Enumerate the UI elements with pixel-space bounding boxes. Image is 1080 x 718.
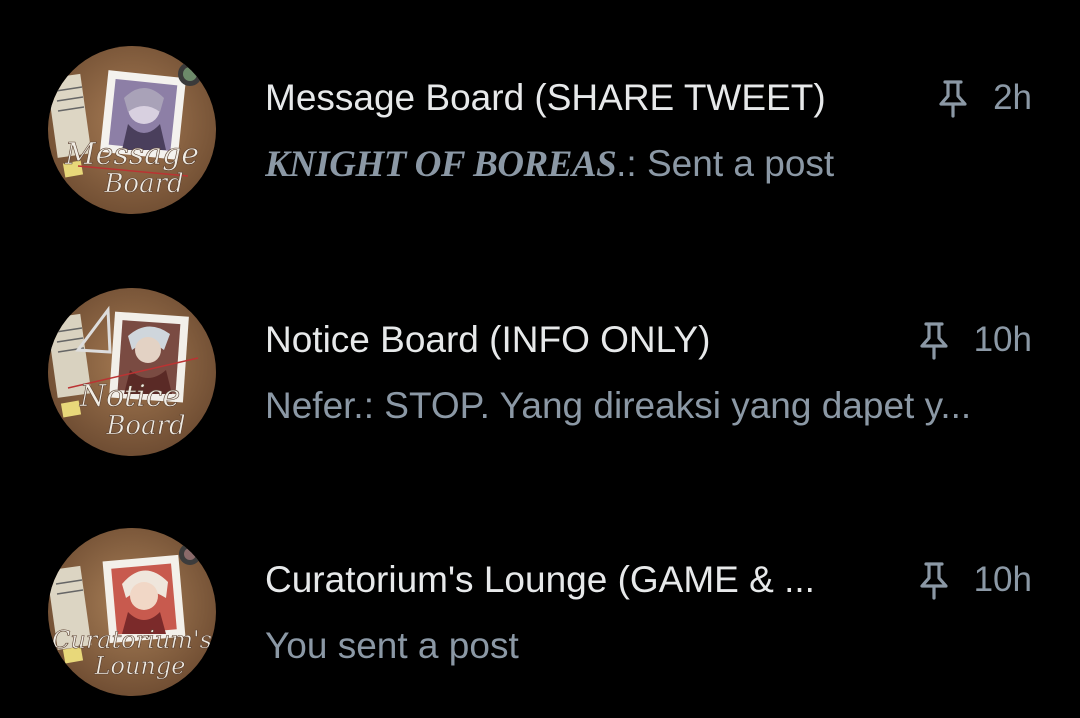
message-board-avatar[interactable]: Message Board [48,46,216,214]
conversation-meta: 10h [916,558,1032,602]
message-sender: Nefer. [265,385,364,426]
conversation-time: 2h [993,78,1032,117]
conversation-meta: 2h [935,76,1032,120]
svg-text:Notice: Notice [79,379,181,414]
conversation-title: Message Board (SHARE TWEET) [265,77,826,118]
conversation-meta: 10h [916,318,1032,362]
message-text: Sent a post [647,143,835,184]
last-message-preview: KNIGHT OF BOREAS.: Sent a post [265,142,834,187]
notice-board-avatar[interactable]: Notice Board [48,288,216,456]
pin-icon [916,320,952,360]
pin-icon [935,78,971,118]
sender-separator: : [363,385,385,426]
conversation-row-notice-board[interactable]: Notice Board Notice Board (INFO ONLY) Ne… [0,272,1080,472]
conversation-row-curatorium-lounge[interactable]: Curatorium's Lounge Curatorium's Lounge … [0,512,1080,712]
pin-icon [916,560,952,600]
svg-text:Lounge: Lounge [94,652,186,680]
conversation-row-message-board[interactable]: Message Board Message Board (SHARE TWEET… [0,30,1080,230]
svg-text:Message: Message [64,137,199,172]
sender-separator: .: [616,143,647,184]
last-message-preview: You sent a post [265,624,519,668]
message-text: STOP. Yang direaksi yang dapet y... [384,385,972,426]
message-text: You sent a post [265,625,519,666]
svg-text:Board: Board [103,169,183,199]
conversation-time: 10h [973,560,1032,599]
conversation-time: 10h [973,320,1032,359]
svg-text:Board: Board [105,411,185,441]
conversation-title: Curatorium's Lounge (GAME & ... [265,559,815,600]
message-sender: KNIGHT OF BOREAS [265,144,617,185]
last-message-preview: Nefer.: STOP. Yang direaksi yang dapet y… [265,384,971,428]
conversation-title: Notice Board (INFO ONLY) [265,319,711,360]
svg-text:Curatorium's: Curatorium's [52,626,212,654]
lounge-avatar[interactable]: Curatorium's Lounge [48,528,216,696]
conversation-list: Message Board Message Board (SHARE TWEET… [0,0,1080,718]
